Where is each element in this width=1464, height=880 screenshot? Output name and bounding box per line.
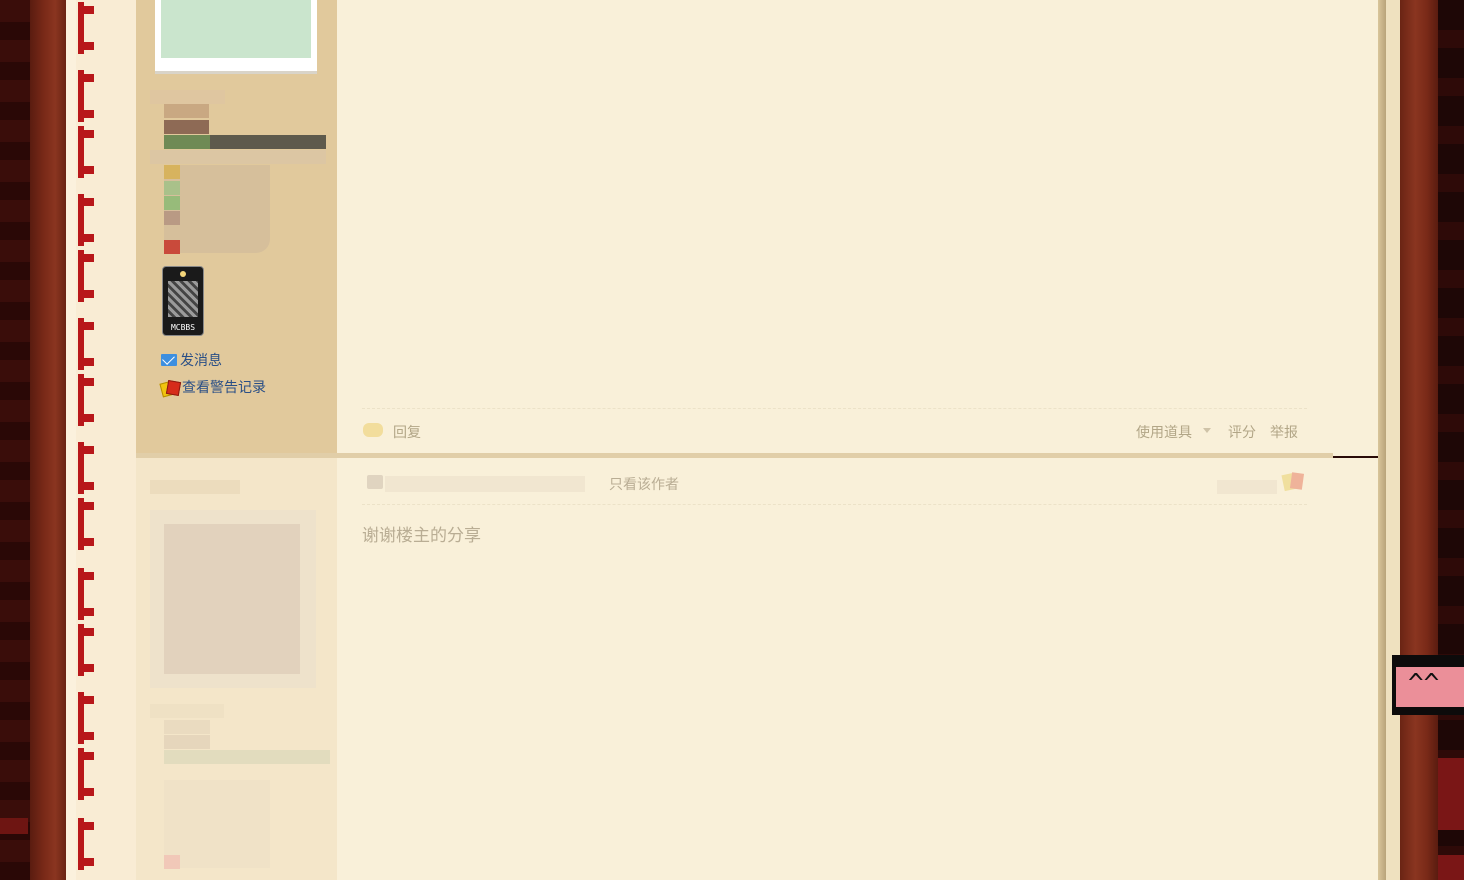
reply-button[interactable]: 回复 xyxy=(393,422,421,442)
stat-icon xyxy=(164,181,180,195)
chain-link xyxy=(78,624,94,676)
level-bar-start xyxy=(164,135,212,149)
chain-link xyxy=(78,748,94,800)
right-frame-inner xyxy=(1386,0,1400,880)
user-group-blurred xyxy=(164,104,209,118)
chain-link xyxy=(78,568,94,620)
stat-icon xyxy=(164,240,180,254)
post-author-sidebar: MCBBS 发消息 查看警告记录 xyxy=(136,0,337,456)
post-content: 回复 使用道具 评分 举报 xyxy=(337,0,1378,456)
left-wood-border xyxy=(30,0,66,880)
user-group-blurred xyxy=(150,704,224,718)
post-content: 只看该作者 谢谢楼主的分享 xyxy=(337,458,1378,880)
pet-face-icon: ^^ xyxy=(1396,667,1464,707)
avatar[interactable] xyxy=(155,0,317,74)
right-frame-edge xyxy=(1378,0,1386,880)
stat-icon xyxy=(164,196,180,210)
chain-link xyxy=(78,70,94,122)
chain-link xyxy=(78,818,94,870)
view-warnings-link[interactable]: 查看警告记录 xyxy=(161,377,266,397)
send-message-link[interactable]: 发消息 xyxy=(161,350,222,370)
post-body-text: 谢谢楼主的分享 xyxy=(362,526,481,546)
chain-link xyxy=(78,2,94,54)
chain-link xyxy=(78,442,94,494)
level-bar xyxy=(210,135,326,149)
chain-link xyxy=(78,126,94,178)
post-time-blurred xyxy=(385,476,585,492)
stat-icon xyxy=(164,855,180,869)
mcbbs-medal-badge[interactable]: MCBBS xyxy=(162,266,204,336)
author-name-blurred xyxy=(150,480,240,494)
chain-link xyxy=(78,374,94,426)
left-chain-border xyxy=(66,0,136,880)
rate-button[interactable]: 评分 xyxy=(1228,422,1256,442)
right-wood-border xyxy=(1400,0,1438,880)
level-bar-shadow xyxy=(150,150,326,164)
chain-link xyxy=(78,194,94,246)
use-tool-button[interactable]: 使用道具 xyxy=(1136,422,1192,442)
post-author-sidebar xyxy=(136,458,337,880)
post-footer-divider xyxy=(362,408,1307,409)
avatar-image xyxy=(161,0,311,58)
chevron-down-icon[interactable] xyxy=(1203,428,1211,433)
background-block xyxy=(0,818,28,834)
stat-icon xyxy=(164,211,180,225)
only-author-link[interactable]: 只看该作者 xyxy=(609,474,679,494)
left-background xyxy=(0,0,30,880)
online-status-icon xyxy=(367,475,383,489)
floating-pet-widget[interactable]: ^^ xyxy=(1392,655,1464,715)
author-name-blurred xyxy=(150,90,225,104)
send-message-label: 发消息 xyxy=(180,353,222,369)
user-group-icon-blurred xyxy=(164,120,209,134)
view-warnings-label: 查看警告记录 xyxy=(182,380,266,396)
medal-label: MCBBS xyxy=(170,323,196,332)
chain-link xyxy=(78,498,94,550)
card-icon[interactable] xyxy=(1283,473,1305,491)
mail-icon xyxy=(161,354,177,366)
reply-icon[interactable] xyxy=(363,423,383,437)
avatar[interactable] xyxy=(150,510,316,688)
right-background xyxy=(1438,0,1464,880)
report-button[interactable]: 举报 xyxy=(1270,422,1298,442)
level-bar xyxy=(164,750,330,764)
user-group-blurred xyxy=(164,720,210,734)
chain-link xyxy=(78,250,94,302)
post-header-divider xyxy=(362,504,1307,505)
stat-icon xyxy=(164,165,180,179)
warning-card-icon xyxy=(161,380,179,394)
floor-number-blurred xyxy=(1217,480,1277,494)
user-group-icon-blurred xyxy=(164,735,210,749)
background-block xyxy=(1438,758,1464,830)
background-block xyxy=(1438,855,1464,880)
chain-link xyxy=(78,318,94,370)
chain-link xyxy=(78,692,94,744)
avatar-image xyxy=(164,524,300,674)
